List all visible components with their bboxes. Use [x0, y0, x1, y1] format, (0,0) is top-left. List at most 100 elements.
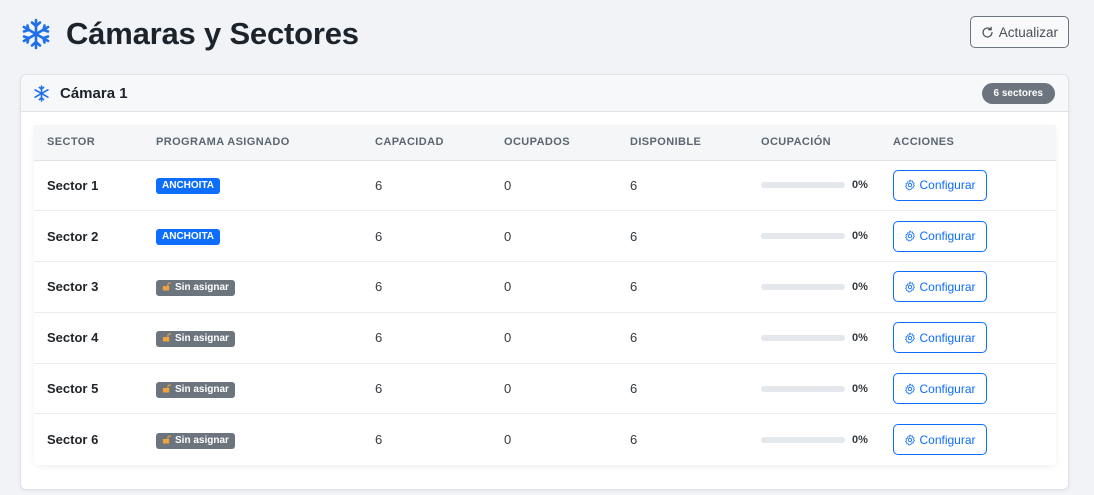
- occupied-value: 0: [491, 261, 617, 313]
- sector-name: Sector 1: [47, 177, 99, 193]
- page-header: Cámaras y Sectores Actualizar: [20, 12, 1070, 56]
- snowflake-icon: [22, 18, 50, 50]
- configure-button-label: Configurar: [919, 432, 976, 447]
- occupancy-bar: [761, 182, 845, 189]
- sector-name: Sector 5: [34, 362, 143, 414]
- capacity-value: 6: [362, 210, 491, 262]
- available-value: 6: [630, 177, 638, 193]
- capacity-value: 6: [362, 311, 491, 364]
- gear-icon: [905, 383, 916, 395]
- column-header-occupied: OCUPADOS: [491, 125, 617, 161]
- occupancy-bar: [761, 334, 845, 341]
- configure-button-label: Configurar: [919, 178, 976, 193]
- program-cell: ANCHOITA: [143, 160, 362, 211]
- actions-cell: Configurar: [880, 311, 1056, 364]
- occupancy-cell: 0%: [748, 160, 880, 211]
- table-row: Sector 4 Sin asignar 6 0 6 0% Configurar: [34, 311, 1056, 364]
- gear-icon: [905, 281, 916, 293]
- available-value: 6: [617, 210, 748, 262]
- table-row: Sector 5 Sin asignar 6 0 6 0% Configurar: [34, 362, 1056, 414]
- camera-title: Cámara 1: [60, 84, 128, 102]
- program-label: ANCHOITA: [162, 180, 215, 192]
- occupancy-bar: [761, 233, 845, 240]
- table-row: Sector 1 ANCHOITA 6 0 6 0% Configurar: [34, 160, 1056, 211]
- available-value: 6: [617, 362, 748, 414]
- snowflake-icon: [34, 84, 49, 102]
- gear-icon: [905, 332, 916, 344]
- occupancy-cell: 0%: [748, 362, 880, 414]
- configure-button[interactable]: Configurar: [893, 220, 987, 252]
- column-header-available: DISPONIBLE: [617, 125, 748, 161]
- configure-button[interactable]: Configurar: [893, 169, 987, 201]
- column-header-sector: SECTOR: [34, 125, 143, 161]
- sector-name: Sector 3: [34, 261, 143, 313]
- occupied-value: 0: [504, 177, 512, 193]
- column-header-program: PROGRAMA ASIGNADO: [143, 125, 362, 161]
- occupancy-percent: 0%: [852, 433, 868, 446]
- page-title: Cámaras y Sectores: [66, 16, 359, 51]
- table-row: Sector 3 Sin asignar 6 0 6 0% Configurar: [34, 261, 1056, 313]
- program-badge: ANCHOITA: [156, 229, 221, 246]
- capacity-value: 6: [375, 177, 383, 193]
- sector-name: Sector 6: [34, 413, 143, 465]
- configure-button[interactable]: Configurar: [893, 373, 987, 405]
- refresh-button-label: Actualizar: [998, 24, 1058, 40]
- occupancy-percent: 0%: [852, 331, 868, 344]
- program-badge: ANCHOITA: [156, 178, 221, 195]
- program-label: Sin asignar: [175, 281, 229, 293]
- program-badge: Sin asignar: [156, 432, 235, 449]
- program-badge: Sin asignar: [156, 381, 235, 398]
- available-value: 6: [617, 311, 748, 364]
- table-row: Sector 2 ANCHOITA 6 0 6 0% Configurar: [34, 210, 1056, 262]
- program-badge: Sin asignar: [156, 279, 235, 296]
- occupied-value: 0: [491, 311, 617, 364]
- occupancy-cell: 0%: [748, 261, 880, 313]
- configure-button[interactable]: Configurar: [893, 271, 987, 303]
- program-label: Sin asignar: [175, 332, 229, 344]
- refresh-button[interactable]: Actualizar: [969, 16, 1069, 48]
- refresh-icon: [982, 26, 993, 38]
- occupancy-percent: 0%: [852, 230, 868, 243]
- lock-open-icon: [162, 282, 171, 291]
- occupancy-bar: [761, 283, 845, 290]
- occupancy-bar: [761, 385, 845, 392]
- actions-cell: Configurar: [880, 210, 1056, 262]
- configure-button-label: Configurar: [919, 229, 976, 244]
- occupancy-percent: 0%: [852, 179, 868, 192]
- sector-name: Sector 4: [34, 311, 143, 364]
- table-header-row: SECTOR PROGRAMA ASIGNADO CAPACIDAD OCUPA…: [34, 125, 1056, 161]
- gear-icon: [905, 230, 916, 242]
- capacity-value: 6: [362, 413, 491, 465]
- lock-open-icon: [162, 333, 171, 342]
- column-header-capacity: CAPACIDAD: [362, 125, 491, 161]
- occupancy-cell: 0%: [748, 311, 880, 364]
- program-label: ANCHOITA: [162, 231, 215, 243]
- capacity-value: 6: [362, 362, 491, 414]
- program-cell: Sin asignar: [143, 311, 362, 364]
- available-value: 6: [617, 413, 748, 465]
- column-header-occupancy: OCUPACIÓN: [748, 125, 880, 161]
- program-cell: ANCHOITA: [143, 210, 362, 262]
- lock-open-icon: [162, 384, 171, 393]
- program-cell: Sin asignar: [143, 362, 362, 414]
- configure-button[interactable]: Configurar: [893, 322, 987, 354]
- occupancy-cell: 0%: [748, 210, 880, 262]
- sector-count-badge: 6 sectores: [981, 83, 1055, 104]
- actions-cell: Configurar: [880, 261, 1056, 313]
- program-cell: Sin asignar: [143, 413, 362, 465]
- occupied-value: 0: [491, 210, 617, 262]
- occupancy-bar: [761, 436, 845, 443]
- lock-open-icon: [162, 435, 171, 444]
- available-value: 6: [617, 261, 748, 313]
- occupancy-percent: 0%: [852, 280, 868, 293]
- gear-icon: [905, 179, 916, 192]
- occupancy-cell: 0%: [748, 413, 880, 465]
- camera-card-header: Cámara 1 6 sectores: [21, 75, 1068, 112]
- occupied-value: 0: [491, 362, 617, 414]
- table-row: Sector 6 Sin asignar 6 0 6 0% Configurar: [34, 413, 1056, 465]
- program-label: Sin asignar: [175, 434, 229, 446]
- configure-button-label: Configurar: [919, 330, 976, 345]
- occupied-value: 0: [491, 413, 617, 465]
- program-label: Sin asignar: [175, 383, 229, 395]
- configure-button[interactable]: Configurar: [893, 424, 987, 456]
